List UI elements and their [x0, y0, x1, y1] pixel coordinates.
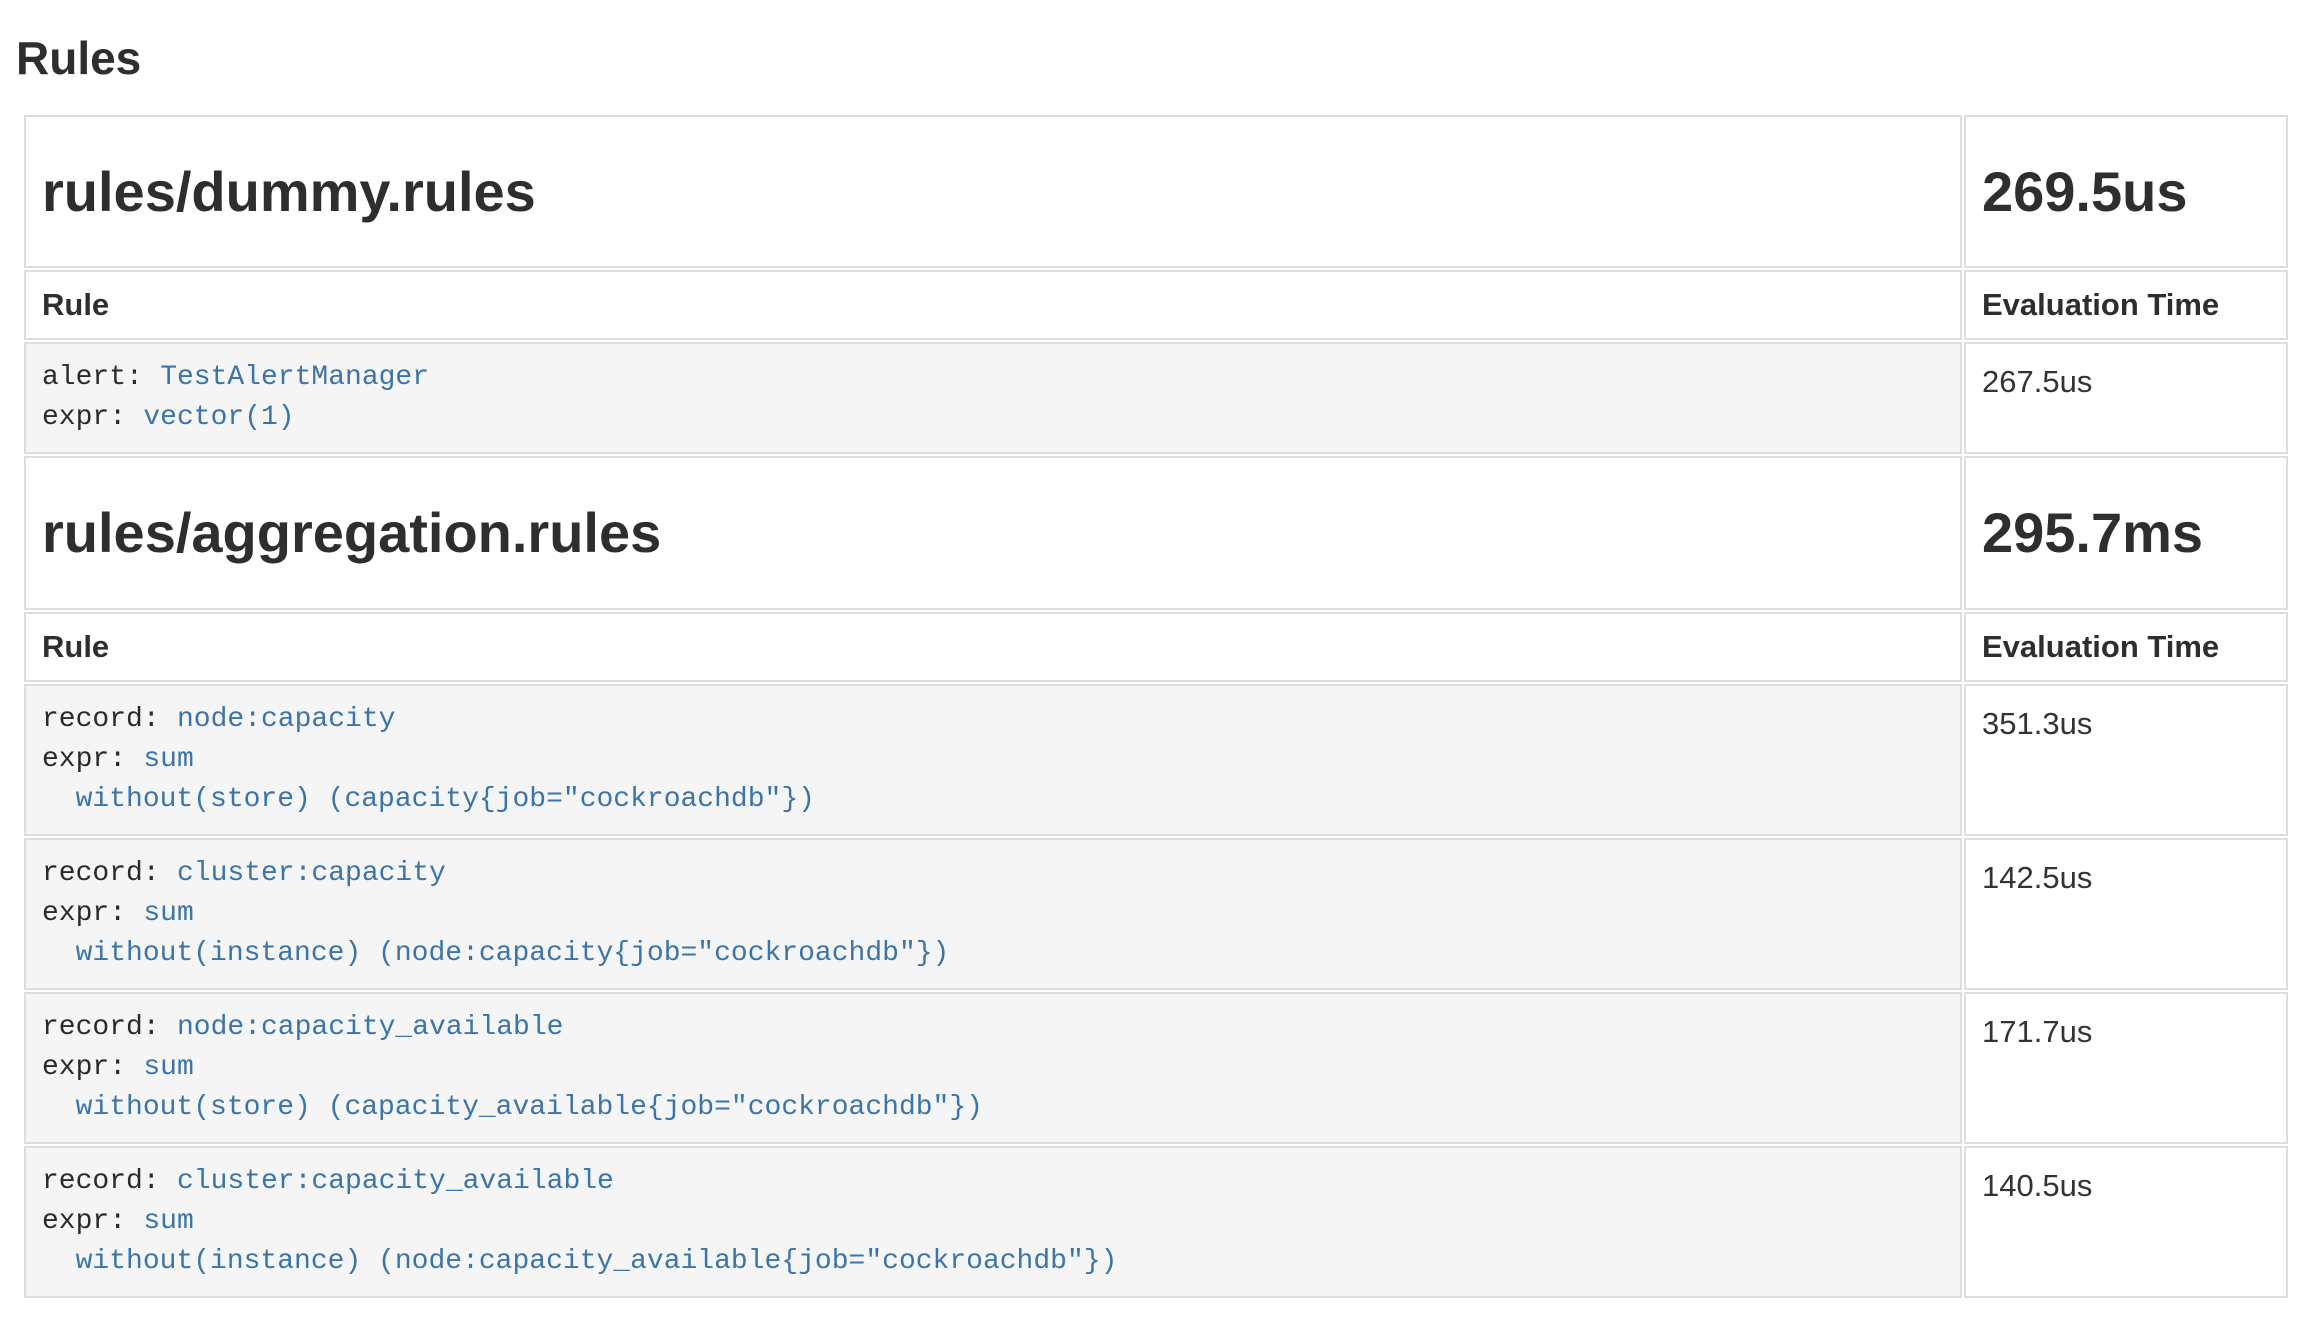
expr-keyword: expr:	[42, 744, 126, 775]
rule-expr-line: expr: sum	[42, 894, 1944, 934]
group-name: rules/aggregation.rules	[24, 456, 1962, 610]
expr-keyword: expr:	[42, 1206, 126, 1237]
group-header-row: rules/dummy.rules 269.5us	[24, 115, 2288, 269]
group-name: rules/dummy.rules	[24, 115, 1962, 269]
rule-expr-line: expr: sum	[42, 1202, 1944, 1242]
expr-link[interactable]: sum	[143, 744, 193, 775]
expr-link[interactable]: vector(1)	[143, 402, 294, 433]
record-name-link[interactable]: node:capacity	[177, 704, 395, 735]
page-title: Rules	[16, 32, 2300, 85]
column-header-row: Rule Evaluation Time	[24, 270, 2288, 340]
rule-row: alert: TestAlertManager expr: vector(1) 26…	[24, 342, 2288, 454]
evaluation-time-column-header: Evaluation Time	[1964, 612, 2288, 682]
record-keyword: record:	[42, 1166, 160, 1197]
rule-expr-continuation-line: without(store) (capacity{job="cockroachd…	[42, 780, 1944, 820]
expr-link[interactable]: sum	[143, 898, 193, 929]
rule-record-line: record: node:capacity_available	[42, 1008, 1944, 1048]
group-evaluation-time: 295.7ms	[1964, 456, 2288, 610]
record-keyword: record:	[42, 704, 160, 735]
evaluation-time-column-header: Evaluation Time	[1964, 270, 2288, 340]
expr-link[interactable]: without(store) (capacity{job="cockroachd…	[42, 784, 815, 815]
rule-row: record: cluster:capacity expr: sum without…	[24, 838, 2288, 990]
expr-link[interactable]: without(instance) (node:capacity_availab…	[42, 1246, 1117, 1277]
rule-cell: record: node:capacity expr: sum without(st…	[24, 684, 1962, 836]
record-keyword: record:	[42, 858, 160, 889]
evaluation-time-cell: 267.5us	[1964, 342, 2288, 454]
rule-record-line: record: cluster:capacity	[42, 854, 1944, 894]
rule-row: record: cluster:capacity_available expr: s…	[24, 1146, 2288, 1298]
column-header-row: Rule Evaluation Time	[24, 612, 2288, 682]
rule-expr-line: expr: sum	[42, 740, 1944, 780]
evaluation-time-cell: 351.3us	[1964, 684, 2288, 836]
record-keyword: record:	[42, 1012, 160, 1043]
alert-keyword: alert:	[42, 362, 143, 393]
rule-cell: alert: TestAlertManager expr: vector(1)	[24, 342, 1962, 454]
alert-name-link[interactable]: TestAlertManager	[160, 362, 429, 393]
rule-alert-line: alert: TestAlertManager	[42, 358, 1944, 398]
rule-cell: record: cluster:capacity expr: sum without…	[24, 838, 1962, 990]
rule-expr-continuation-line: without(store) (capacity_available{job="…	[42, 1088, 1944, 1128]
expr-keyword: expr:	[42, 1052, 126, 1083]
record-name-link[interactable]: cluster:capacity	[177, 858, 446, 889]
expr-keyword: expr:	[42, 402, 126, 433]
rule-cell: record:node:capacity_available expr:sum …	[24, 992, 1962, 1144]
rule-column-header: Rule	[24, 270, 1962, 340]
rule-expr-line: expr: vector(1)	[42, 398, 1944, 438]
rule-row: record: node:capacity expr: sum without(st…	[24, 684, 2288, 836]
rule-expr-continuation-line: without(instance) (node:capacity{job="co…	[42, 934, 1944, 974]
evaluation-time-cell: 140.5us	[1964, 1146, 2288, 1298]
rule-row: record:node:capacity_available expr:sum …	[24, 992, 2288, 1144]
rule-expr-continuation-line: without(instance) (node:capacity_availab…	[42, 1242, 1944, 1282]
expr-link[interactable]: sum	[143, 1206, 193, 1237]
group-header-row: rules/aggregation.rules 295.7ms	[24, 456, 2288, 610]
group-evaluation-time: 269.5us	[1964, 115, 2288, 269]
expr-link[interactable]: sum	[143, 1052, 193, 1083]
expr-link[interactable]: without(store) (capacity_available{job="…	[42, 1092, 983, 1123]
rule-expr-line: expr: sum	[42, 1048, 1944, 1088]
expr-link[interactable]: without(instance) (node:capacity{job="co…	[42, 938, 949, 969]
rules-table: rules/dummy.rules 269.5us Rule Evaluatio…	[22, 113, 2290, 1300]
evaluation-time-cell: 142.5us	[1964, 838, 2288, 990]
rule-cell: record: cluster:capacity_available expr: s…	[24, 1146, 1962, 1298]
rule-column-header: Rule	[24, 612, 1962, 682]
rule-record-line: record: cluster:capacity_available	[42, 1162, 1944, 1202]
expr-keyword: expr:	[42, 898, 126, 929]
evaluation-time-cell: 171.7us	[1964, 992, 2288, 1144]
record-name-link[interactable]: node:capacity_available	[177, 1012, 563, 1043]
rule-record-line: record: node:capacity	[42, 700, 1944, 740]
record-name-link[interactable]: cluster:capacity_available	[177, 1166, 614, 1197]
